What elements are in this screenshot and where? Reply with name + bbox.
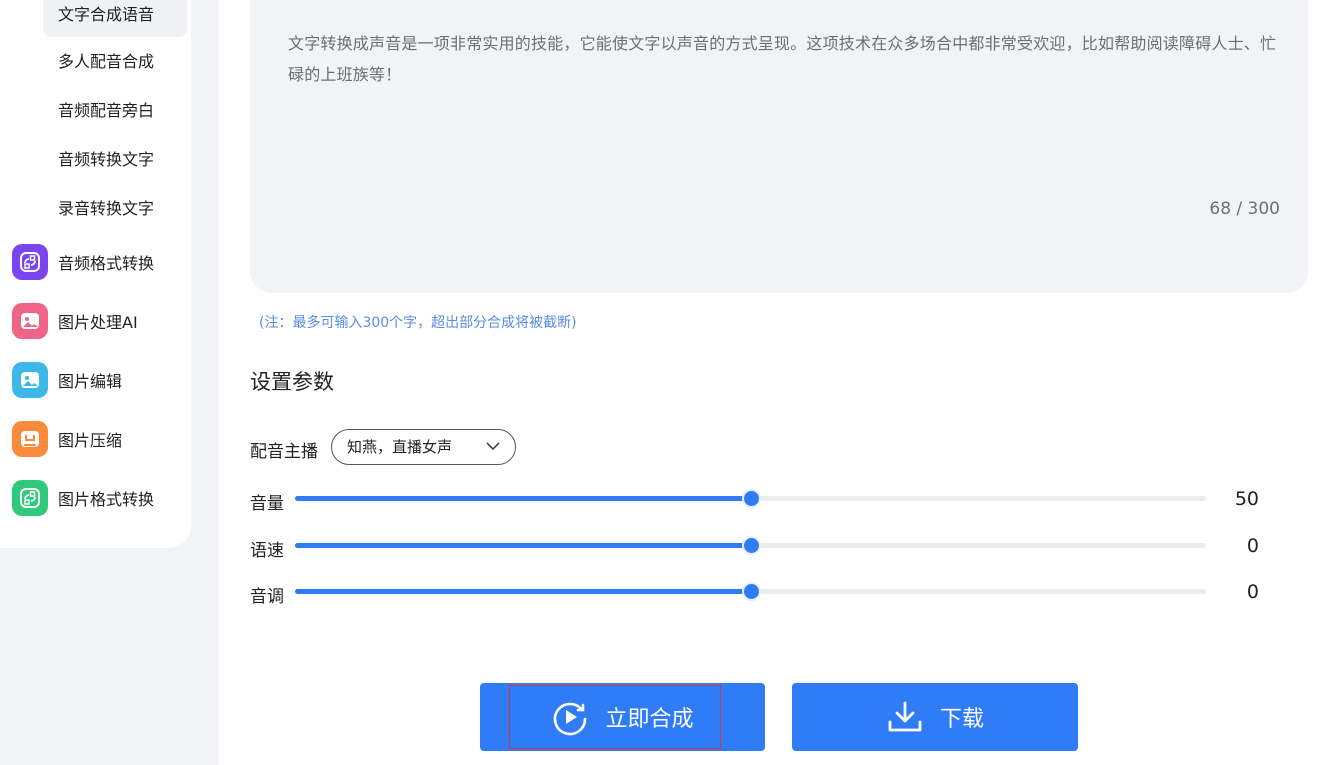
synthesize-button[interactable]: 立即合成 xyxy=(480,683,765,751)
voice-select-value: 知燕，直播女声 xyxy=(347,438,453,456)
sidebar-item-audio-format-convert[interactable]: 音频格式转换 xyxy=(12,242,187,282)
volume-slider[interactable] xyxy=(295,489,1206,508)
sidebar-item-label: 图片处理AI xyxy=(58,313,138,332)
text-input-area[interactable]: 文字转换成声音是一项非常实用的技能，它能使文字以声音的方式呈现。这项技术在众多场… xyxy=(250,0,1308,293)
speed-value: 0 xyxy=(1246,535,1259,557)
download-icon xyxy=(888,701,922,732)
image-compress-icon xyxy=(12,421,48,457)
input-limit-note: (注：最多可输入300个字，超出部分合成将被截断) xyxy=(259,315,577,331)
main-panel: 文字转换成声音是一项非常实用的技能，它能使文字以声音的方式呈现。这项技术在众多场… xyxy=(219,0,1321,765)
audio-convert-icon xyxy=(12,244,48,280)
voice-label: 配音主播 xyxy=(250,442,318,462)
volume-value: 50 xyxy=(1234,488,1259,510)
chevron-down-icon xyxy=(486,442,500,451)
sidebar-item-label: 音频格式转换 xyxy=(58,254,155,273)
sidebar-item-image-compress[interactable]: 图片压缩 xyxy=(12,419,187,459)
sidebar-item-label: 图片编辑 xyxy=(58,372,123,391)
sidebar-item-image-format-convert[interactable]: 图片格式转换 xyxy=(12,478,187,518)
volume-slider-fill xyxy=(295,496,751,501)
volume-label: 音量 xyxy=(250,494,284,514)
speed-slider-thumb[interactable] xyxy=(741,536,761,555)
pitch-value: 0 xyxy=(1246,581,1259,603)
download-button[interactable]: 下载 xyxy=(792,683,1078,751)
speed-label: 语速 xyxy=(250,541,284,561)
voice-select[interactable]: 知燕，直播女声 xyxy=(331,429,516,465)
sidebar: 文字合成语音 多人配音合成 音频配音旁白 音频转换文字 录音转换文字 音频格式转… xyxy=(0,0,191,548)
sidebar-item-recording-to-text[interactable]: 录音转换文字 xyxy=(43,187,187,231)
pitch-slider-fill xyxy=(295,589,751,594)
settings-title: 设置参数 xyxy=(250,370,334,394)
text-input-content[interactable]: 文字转换成声音是一项非常实用的技能，它能使文字以声音的方式呈现。这项技术在众多场… xyxy=(288,28,1278,90)
pitch-label: 音调 xyxy=(250,587,284,607)
sidebar-item-image-ai[interactable]: 图片处理AI xyxy=(12,301,187,341)
sidebar-item-label: 图片格式转换 xyxy=(58,490,155,509)
sidebar-item-text-to-speech[interactable]: 文字合成语音 xyxy=(43,0,187,37)
pitch-slider-thumb[interactable] xyxy=(741,582,761,601)
speed-slider[interactable] xyxy=(295,536,1206,555)
sidebar-item-audio-to-text[interactable]: 音频转换文字 xyxy=(43,138,187,182)
sidebar-item-image-edit[interactable]: 图片编辑 xyxy=(12,360,187,400)
volume-slider-thumb[interactable] xyxy=(741,489,761,508)
download-label: 下载 xyxy=(939,707,984,732)
sidebar-item-audio-narration[interactable]: 音频配音旁白 xyxy=(43,89,187,133)
highlight-box xyxy=(509,685,721,749)
pitch-slider[interactable] xyxy=(295,582,1206,601)
speed-slider-fill xyxy=(295,543,751,548)
sidebar-item-multi-voice[interactable]: 多人配音合成 xyxy=(43,40,187,84)
char-count: 68 / 300 xyxy=(1209,199,1280,219)
sidebar-item-label: 图片压缩 xyxy=(58,431,123,450)
image-ai-icon xyxy=(12,303,48,339)
image-edit-icon xyxy=(12,362,48,398)
image-convert-icon xyxy=(12,480,48,516)
